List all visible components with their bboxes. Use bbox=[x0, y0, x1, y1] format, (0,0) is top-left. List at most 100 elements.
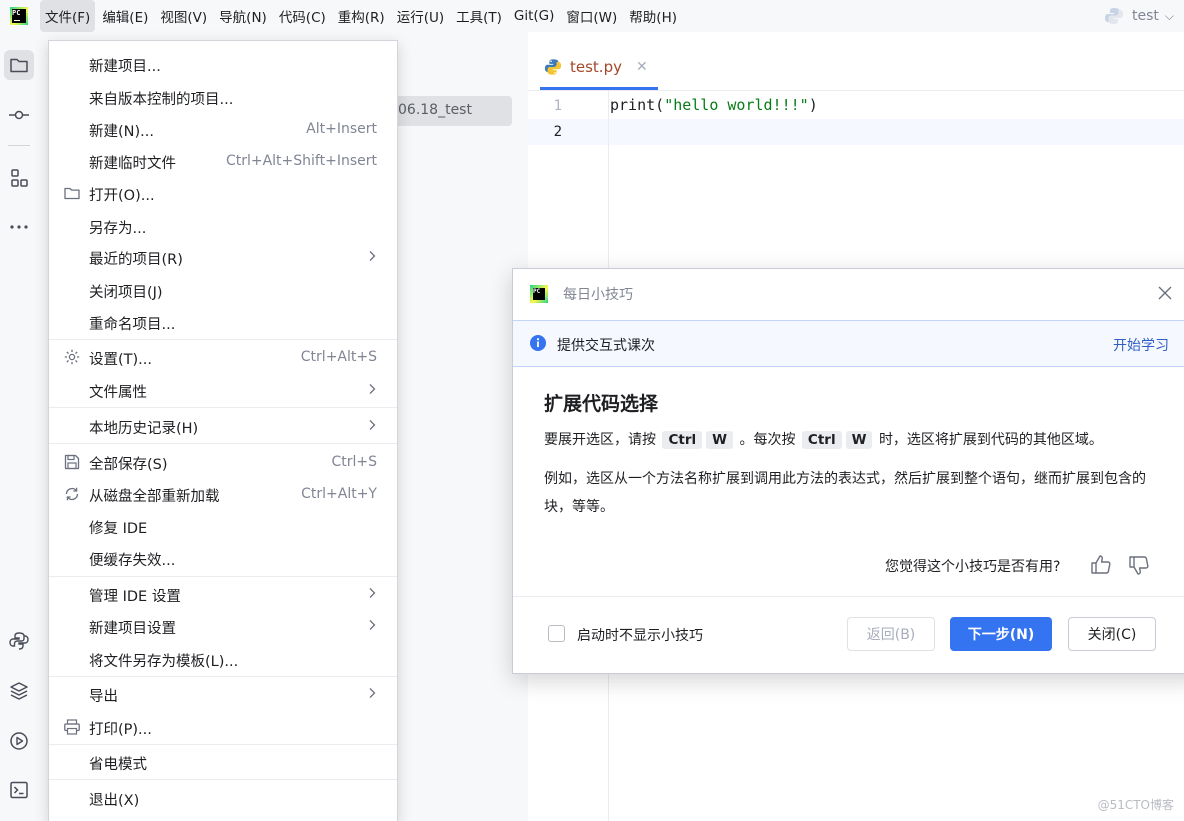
menu-navigate[interactable]: 导航(N) bbox=[214, 0, 272, 32]
menu-view[interactable]: 视图(V) bbox=[155, 0, 212, 32]
tip-of-the-day-dialog: PC 每日小技巧 提供交互式课次 开始学习 扩展代码选择 要展开选区，请按 Ct… bbox=[512, 268, 1184, 674]
project-tree-row-label: 06.18_test bbox=[398, 102, 472, 118]
menu-help[interactable]: 帮助(H) bbox=[624, 0, 682, 32]
file-menu-item-new-project[interactable]: 新建项目... bbox=[49, 49, 397, 79]
more-tools-button[interactable] bbox=[4, 212, 34, 242]
close-icon[interactable] bbox=[1153, 281, 1177, 305]
file-menu-item-recent-projects[interactable]: 最近的项目(R) bbox=[49, 242, 397, 272]
commit-tool-button[interactable] bbox=[4, 100, 34, 130]
menu-item-label: 新建项目设置 bbox=[89, 621, 176, 637]
menu-window[interactable]: 窗口(W) bbox=[561, 0, 622, 32]
dialog-title: 每日小技巧 bbox=[563, 287, 633, 303]
structure-icon bbox=[11, 169, 28, 187]
menu-refactor[interactable]: 重构(R) bbox=[333, 0, 390, 32]
dialog-footer-divider bbox=[513, 596, 1184, 597]
file-menu-item-save-as[interactable]: 另存为... bbox=[49, 211, 397, 241]
close-button[interactable]: 关闭(C) bbox=[1068, 617, 1156, 651]
chevron-right-icon bbox=[369, 420, 376, 430]
menu-edit[interactable]: 编辑(E) bbox=[97, 0, 153, 32]
file-menu-item-new[interactable]: 新建(N)... Alt+Insert bbox=[49, 114, 397, 144]
pycharm-logo-icon[interactable]: PC bbox=[10, 7, 28, 25]
shortcut-key: W bbox=[706, 431, 734, 449]
chevron-right-icon bbox=[369, 688, 376, 698]
file-menu-dropdown: 新建项目... 来自版本控制的项目... 新建(N)... Alt+Insert 新建临… bbox=[48, 40, 398, 821]
run-tool-button[interactable] bbox=[4, 726, 34, 756]
menu-item-label: 文件属性 bbox=[89, 385, 147, 401]
menu-code[interactable]: 代码(C) bbox=[274, 0, 331, 32]
file-menu-item-save-all[interactable]: 全部保存(S) Ctrl+S bbox=[49, 447, 397, 477]
file-menu-item-manage-ide-settings[interactable]: 管理 IDE 设置 bbox=[49, 579, 397, 609]
next-button[interactable]: 下一步(N) bbox=[950, 617, 1052, 651]
file-menu-item-open[interactable]: 打开(O)... bbox=[49, 178, 397, 208]
menu-item-shortcut: Ctrl+Alt+Shift+Insert bbox=[225, 153, 377, 169]
file-menu-item-invalidate-caches[interactable]: 便缓存失效... bbox=[49, 543, 397, 573]
file-menu-item-repair-ide[interactable]: 修复 IDE bbox=[49, 511, 397, 541]
file-menu-item-power-save-mode[interactable]: 省电模式 bbox=[49, 747, 397, 777]
menu-item-label: 设置(T)... bbox=[89, 352, 152, 368]
dont-show-on-startup-checkbox[interactable] bbox=[548, 625, 565, 642]
menu-item-label: 管理 IDE 设置 bbox=[89, 589, 181, 605]
code-paren: ) bbox=[808, 96, 818, 114]
file-menu-item-local-history[interactable]: 本地历史记录(H) bbox=[49, 411, 397, 441]
save-icon bbox=[64, 454, 80, 470]
file-menu-item-new-project-setup[interactable]: 新建项目设置 bbox=[49, 611, 397, 641]
file-menu-item-exit[interactable]: 退出(X) bbox=[49, 783, 397, 813]
start-learning-link[interactable]: 开始学习 bbox=[1113, 335, 1169, 355]
ide-window: PC 文件(F) 编辑(E) 视图(V) 导航(N) 代码(C) 重构(R) 运… bbox=[0, 0, 1184, 821]
terminal-tool-button[interactable] bbox=[4, 775, 34, 805]
close-icon[interactable]: ✕ bbox=[636, 59, 648, 75]
menu-file[interactable]: 文件(F) bbox=[40, 0, 96, 32]
python-console-icon bbox=[9, 632, 29, 650]
menu-separator bbox=[49, 339, 397, 340]
file-menu-item-close-project[interactable]: 关闭项目(J) bbox=[49, 275, 397, 305]
file-menu-item-save-file-as-template[interactable]: 将文件另存为模板(L)... bbox=[49, 644, 397, 674]
menu-item-label: 打印(P)... bbox=[89, 722, 152, 738]
terminal-icon bbox=[10, 781, 28, 799]
tip-text: 要展开选区，请按 bbox=[544, 432, 656, 448]
structure-tool-button[interactable] bbox=[4, 163, 34, 193]
file-menu-item-print[interactable]: 打印(P)... bbox=[49, 712, 397, 742]
project-tree-row[interactable]: 06.18_test bbox=[394, 96, 512, 126]
current-line-highlight bbox=[528, 119, 1184, 145]
python-console-button[interactable] bbox=[4, 626, 34, 656]
layers-button[interactable] bbox=[4, 676, 34, 706]
more-icon bbox=[10, 225, 28, 229]
file-menu-item-settings[interactable]: 设置(T)... Ctrl+Alt+S bbox=[49, 342, 397, 372]
menu-item-label: 省电模式 bbox=[89, 757, 147, 773]
thumbs-down-icon[interactable] bbox=[1127, 553, 1151, 577]
code-line[interactable]: print("hello world!!!") bbox=[610, 96, 818, 114]
menu-item-label: 最近的项目(R) bbox=[89, 252, 183, 268]
dont-show-on-startup-label[interactable]: 启动时不显示小技巧 bbox=[577, 625, 703, 645]
back-button[interactable]: 返回(B) bbox=[847, 617, 935, 651]
code-string: "hello world!!!" bbox=[664, 96, 809, 114]
file-menu-item-project-from-vcs[interactable]: 来自版本控制的项目... bbox=[49, 82, 397, 112]
menu-item-label: 关闭项目(J) bbox=[89, 285, 163, 301]
tool-window-strip bbox=[0, 32, 38, 821]
menu-item-label: 来自版本控制的项目... bbox=[89, 92, 234, 108]
file-menu-item-reload-all-from-disk[interactable]: 从磁盘全部重新加载 Ctrl+Alt+Y bbox=[49, 479, 397, 509]
project-switcher[interactable]: test ⌵ bbox=[1104, 0, 1174, 32]
info-banner: 提供交互式课次 开始学习 bbox=[513, 320, 1184, 367]
thumbs-up-icon[interactable] bbox=[1089, 553, 1113, 577]
helpful-question: 您觉得这个小技巧是否有用? bbox=[885, 559, 1061, 575]
menu-item-label: 打开(O)... bbox=[89, 188, 155, 204]
menu-item-label: 重命名项目... bbox=[89, 317, 176, 333]
file-menu-item-new-scratch-file[interactable]: 新建临时文件 Ctrl+Alt+Shift+Insert bbox=[49, 146, 397, 176]
tip-text: 。每次按 bbox=[739, 432, 796, 448]
editor-tabbar: test.py ✕ bbox=[528, 32, 1184, 91]
gear-icon bbox=[64, 349, 80, 365]
chevron-right-icon bbox=[369, 588, 376, 598]
tip-text: 时，选区将扩展到代码的其他区域。 bbox=[878, 432, 1103, 448]
file-menu-item-rename-project[interactable]: 重命名项目... bbox=[49, 307, 397, 337]
editor-tab[interactable]: test.py ✕ bbox=[540, 46, 658, 90]
code-function: print( bbox=[610, 96, 665, 114]
menu-git[interactable]: Git(G) bbox=[509, 2, 560, 30]
tip-paragraph: 例如，选区从一个方法名称扩展到调用此方法的表达式，然后扩展到整个语句，继而扩展到… bbox=[544, 471, 1146, 515]
menu-item-label: 退出(X) bbox=[89, 793, 140, 809]
menu-tools[interactable]: 工具(T) bbox=[451, 0, 507, 32]
project-tool-button[interactable] bbox=[4, 50, 34, 80]
menu-run[interactable]: 运行(U) bbox=[392, 0, 449, 32]
file-menu-item-export[interactable]: 导出 bbox=[49, 679, 397, 709]
file-menu-item-file-properties[interactable]: 文件属性 bbox=[49, 375, 397, 405]
menu-item-label: 便缓存失效... bbox=[89, 553, 176, 569]
